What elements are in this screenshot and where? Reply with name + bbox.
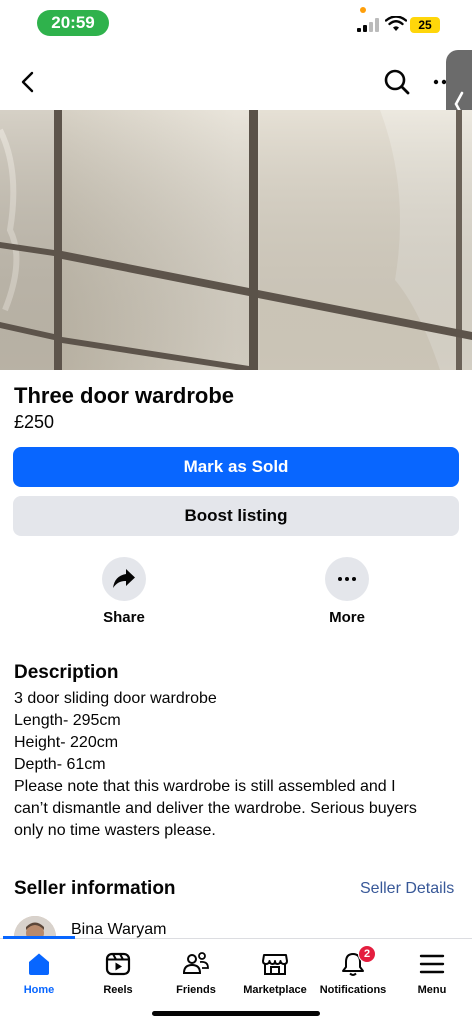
back-button[interactable] [10,64,46,100]
share-icon [113,569,135,588]
description-line: only no time wasters please. [14,822,216,839]
nav-reels-label: Reels [103,984,133,996]
seller-details-link[interactable]: Seller Details [360,880,454,898]
wardrobe-image [0,110,472,370]
boost-listing-button[interactable]: Boost listing [13,496,459,536]
privacy-indicator-dot [360,7,366,13]
product-photo[interactable] [0,110,472,370]
seller-information-heading: Seller information [14,878,176,899]
description-heading: Description [14,662,119,683]
status-time: 20:59 [37,10,109,36]
share-icon-circle [102,557,146,601]
marketplace-icon [260,949,290,979]
menu-icon [417,949,447,979]
battery-icon: 25 [410,17,440,33]
description-line: 3 door sliding door wardrobe [14,690,217,707]
more-label: More [329,609,365,626]
description-line: Height- 220cm [14,734,119,751]
more-horizontal-icon [338,577,356,581]
nav-menu[interactable]: Menu [386,939,472,1003]
nav-marketplace-label: Marketplace [243,984,307,996]
mark-as-sold-button[interactable]: Mark as Sold [13,447,459,487]
nav-menu-label: Menu [417,984,447,996]
battery-level: 25 [418,18,432,32]
back-arrow-icon [21,71,34,93]
reels-icon [103,949,133,979]
bell-icon: 2 [338,945,376,979]
more-button[interactable]: More [302,557,392,626]
description-line: Length- 295cm [14,712,121,729]
more-icon-circle [325,557,369,601]
description-text: 3 door sliding door wardrobe Length- 295… [14,688,460,842]
share-label: Share [103,609,145,626]
notification-badge: 2 [358,945,376,963]
home-icon [24,949,54,979]
description-line: Please note that this wardrobe is still … [14,778,396,795]
listing-title: Three door wardrobe [14,383,235,408]
status-bar: 20:59 25 [0,0,472,48]
home-indicator [152,1011,320,1016]
signal-icon [357,18,379,32]
nav-friends-label: Friends [176,984,216,996]
top-bar [0,56,472,108]
nav-notifications-label: Notifications [319,984,387,996]
wifi-icon [385,16,407,31]
seller-name[interactable]: Bina Waryam [71,921,166,939]
friends-icon [181,949,211,979]
bottom-navigation: Home Reels Friends Marketplace 2 Notific… [0,936,472,1024]
nav-home-label: Home [23,984,55,996]
description-line: can’t dismantle and deliver the wardrobe… [14,800,417,817]
search-icon [384,69,410,95]
listing-price: £250 [14,412,55,432]
share-button[interactable]: Share [79,557,169,626]
search-button[interactable] [378,64,416,100]
description-line: Depth- 61cm [14,756,106,773]
